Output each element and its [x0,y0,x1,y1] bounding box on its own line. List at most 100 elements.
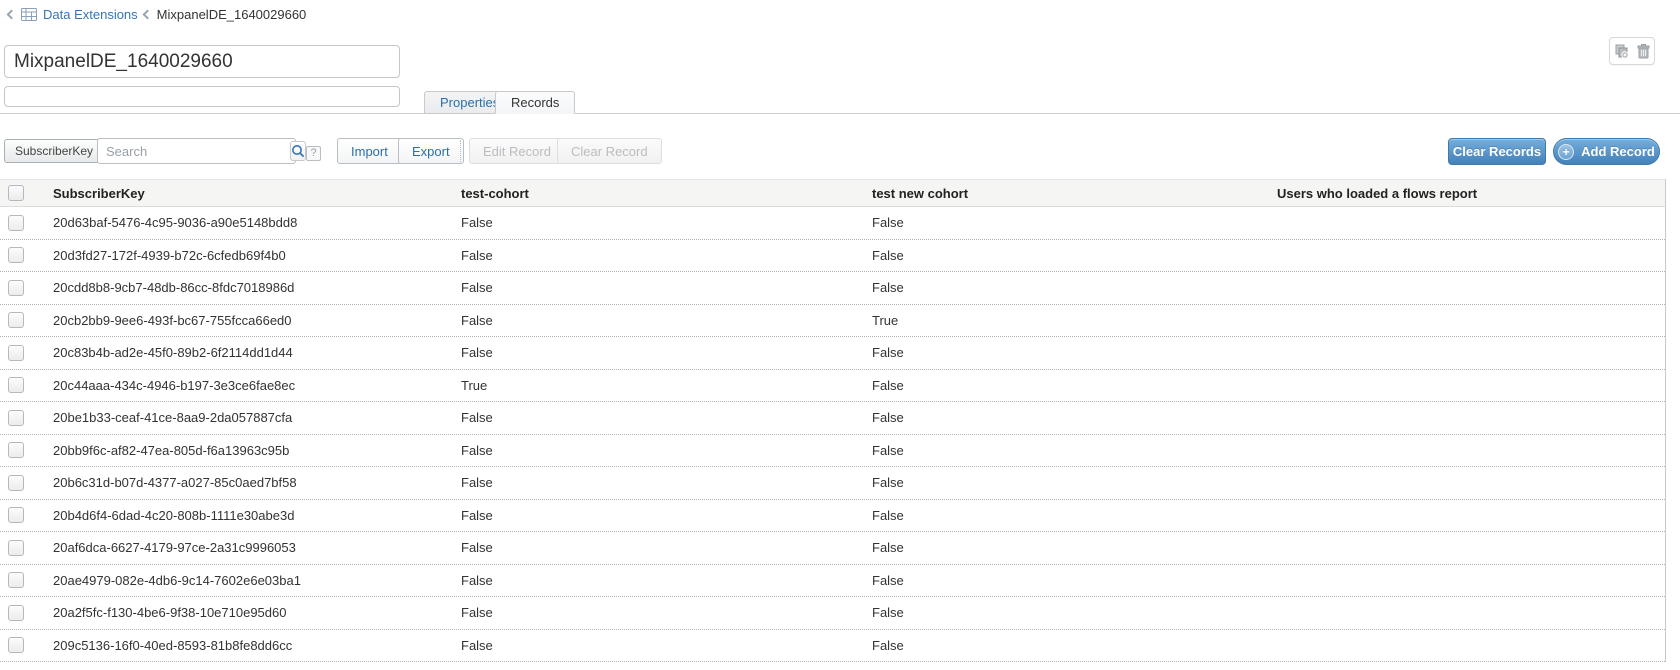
cell-subscriber-key: 20d63baf-5476-4c95-9036-a90e5148bdd8 [48,215,456,230]
row-checkbox[interactable] [8,215,24,231]
cell-subscriber-key: 209c5136-16f0-40ed-8593-81b8fe8dd6cc [48,638,456,653]
row-checkbox-cell [0,247,48,263]
plus-icon: + [1558,144,1574,160]
table-row[interactable]: 20d3fd27-172f-4939-b72c-6cfedb69f4b0 Fal… [0,240,1665,273]
row-checkbox-cell [0,410,48,426]
row-checkbox[interactable] [8,312,24,328]
table-row[interactable]: 20c44aaa-434c-4946-b197-3e3ce6fae8ec Tru… [0,370,1665,403]
search-input[interactable] [98,139,290,163]
toolbar-divider [460,140,461,162]
cell-test-new-cohort: False [867,540,1272,555]
row-checkbox[interactable] [8,247,24,263]
breadcrumb-link-data-extensions[interactable]: Data Extensions [43,7,138,22]
row-checkbox-cell [0,215,48,231]
cell-test-new-cohort: False [867,508,1272,523]
cell-subscriber-key: 20cdd8b8-9cb7-48db-86cc-8fdc7018986d [48,280,456,295]
row-checkbox-cell [0,572,48,588]
row-checkbox-cell [0,280,48,296]
row-checkbox[interactable] [8,605,24,621]
row-checkbox[interactable] [8,637,24,653]
row-checkbox-cell [0,605,48,621]
cell-test-new-cohort: False [867,443,1272,458]
cell-test-cohort: False [456,410,867,425]
cell-test-cohort: False [456,475,867,490]
table-row[interactable]: 20c83b4b-ad2e-45f0-89b2-6f2114dd1d44 Fal… [0,337,1665,370]
data-extension-icon [21,8,37,21]
cell-test-cohort: False [456,280,867,295]
tab-records[interactable]: Records [495,91,575,114]
add-record-button[interactable]: + Add Record [1553,138,1660,165]
cell-subscriber-key: 20b6c31d-b07d-4377-a027-85c0aed7bf58 [48,475,456,490]
row-checkbox[interactable] [8,540,24,556]
table-row[interactable]: 209c5136-16f0-40ed-8593-81b8fe8dd6cc Fal… [0,630,1665,663]
cell-test-cohort: False [456,540,867,555]
row-checkbox-cell [0,442,48,458]
cell-test-cohort: False [456,508,867,523]
row-checkbox[interactable] [8,280,24,296]
row-checkbox-cell [0,475,48,491]
cell-subscriber-key: 20c44aaa-434c-4946-b197-3e3ce6fae8ec [48,378,456,393]
table-row[interactable]: 20b6c31d-b07d-4377-a027-85c0aed7bf58 Fal… [0,467,1665,500]
cell-test-new-cohort: True [867,313,1272,328]
copy-icon[interactable] [1615,44,1630,59]
row-checkbox[interactable] [8,410,24,426]
cell-test-cohort: True [456,378,867,393]
row-checkbox-cell [0,312,48,328]
cell-test-cohort: False [456,215,867,230]
select-all-cell [0,185,48,201]
export-button[interactable]: Export [398,138,464,164]
search-button[interactable] [290,141,306,161]
help-icon[interactable]: ? [306,146,321,161]
row-checkbox[interactable] [8,442,24,458]
trash-icon[interactable] [1637,44,1650,59]
tab-strip: Properties Records [0,92,1680,114]
cell-test-cohort: False [456,573,867,588]
cell-test-new-cohort: False [867,573,1272,588]
cell-test-new-cohort: False [867,378,1272,393]
cell-subscriber-key: 20d3fd27-172f-4939-b72c-6cfedb69f4b0 [48,248,456,263]
row-checkbox-cell [0,507,48,523]
cell-test-new-cohort: False [867,638,1272,653]
chevron-separator-icon [142,10,152,20]
table-row[interactable]: 20cdd8b8-9cb7-48db-86cc-8fdc7018986d Fal… [0,272,1665,305]
cell-test-cohort: False [456,443,867,458]
clear-records-button[interactable]: Clear Records [1448,138,1546,165]
edit-record-button[interactable]: Edit Record [469,138,565,164]
row-checkbox[interactable] [8,507,24,523]
table-row[interactable]: 20bb9f6c-af82-47ea-805d-f6a13963c95b Fal… [0,435,1665,468]
cell-subscriber-key: 20c83b4b-ad2e-45f0-89b2-6f2114dd1d44 [48,345,456,360]
data-extension-actions [1609,37,1655,65]
cell-test-cohort: False [456,605,867,620]
row-checkbox-cell [0,637,48,653]
import-button[interactable]: Import [337,138,402,164]
cell-test-new-cohort: False [867,280,1272,295]
row-checkbox[interactable] [8,345,24,361]
data-extension-name-field[interactable] [4,45,400,78]
row-checkbox[interactable] [8,377,24,393]
row-checkbox[interactable] [8,572,24,588]
column-header-users-flows-report: Users who loaded a flows report [1272,186,1665,201]
table-row[interactable]: 20af6dca-6627-4179-97ce-2a31c9996053 Fal… [0,532,1665,565]
cell-test-new-cohort: False [867,605,1272,620]
cell-test-cohort: False [456,638,867,653]
table-row[interactable]: 20b4d6f4-6dad-4c20-808b-1111e30abe3d Fal… [0,500,1665,533]
table-row[interactable]: 20cb2bb9-9ee6-493f-bc67-755fcca66ed0 Fal… [0,305,1665,338]
column-header-test-cohort: test-cohort [456,186,867,201]
table-row[interactable]: 20ae4979-082e-4db6-9c14-7602e6e03ba1 Fal… [0,565,1665,598]
table-row[interactable]: 20d63baf-5476-4c95-9036-a90e5148bdd8 Fal… [0,207,1665,240]
search-icon [291,144,305,158]
cell-test-cohort: False [456,248,867,263]
row-checkbox[interactable] [8,475,24,491]
table-body: 20d63baf-5476-4c95-9036-a90e5148bdd8 Fal… [0,207,1665,662]
search-box [97,138,296,164]
cell-subscriber-key: 20be1b33-ceaf-41ce-8aa9-2da057887cfa [48,410,456,425]
clear-record-button[interactable]: Clear Record [557,138,662,164]
cell-test-cohort: False [456,345,867,360]
add-record-label: Add Record [1581,144,1655,159]
table-row[interactable]: 20be1b33-ceaf-41ce-8aa9-2da057887cfa Fal… [0,402,1665,435]
chevron-left-icon[interactable] [7,10,17,20]
search-field-dropdown-value: SubscriberKey [15,144,93,158]
select-all-checkbox[interactable] [8,185,24,201]
records-toolbar: SubscriberKey ? Import Export Edit Recor… [0,138,1680,166]
table-row[interactable]: 20a2f5fc-f130-4be6-9f38-10e710e95d60 Fal… [0,597,1665,630]
